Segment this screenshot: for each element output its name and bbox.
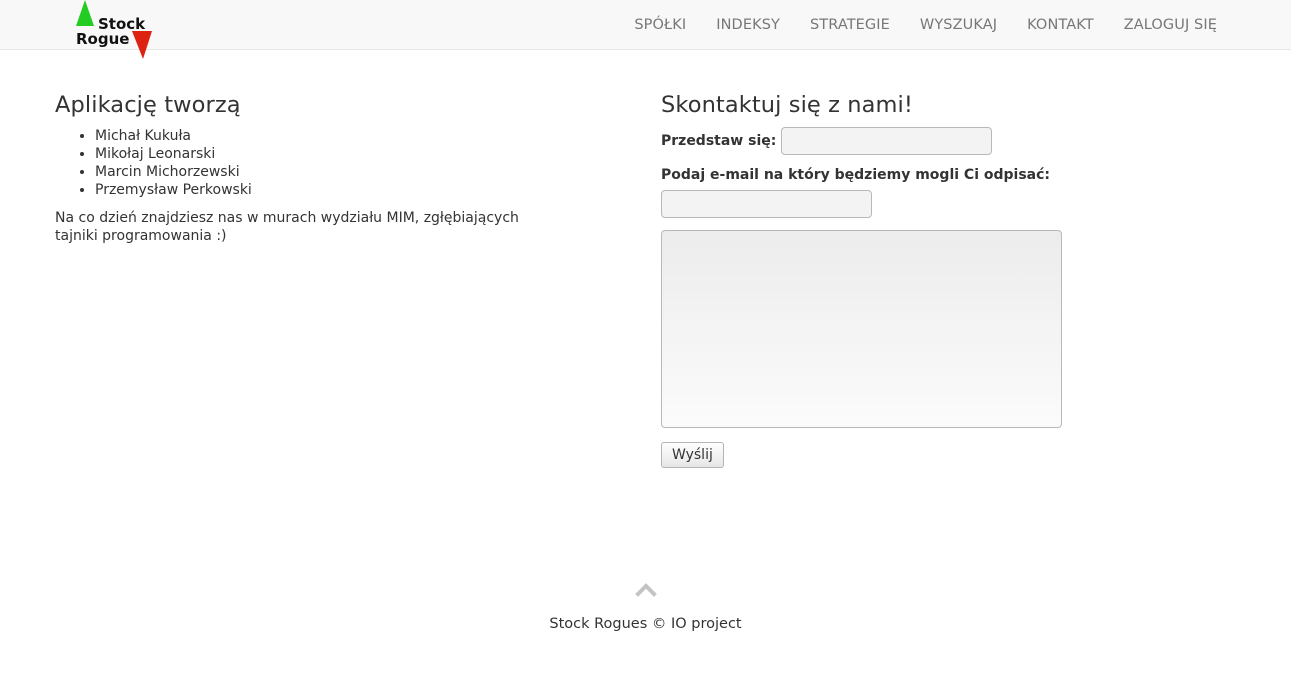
about-description: Na co dzień znajdziesz nas w murach wydz…	[55, 210, 519, 244]
author-item: Mikołaj Leonarski	[95, 145, 585, 163]
nav-item-strategie[interactable]: STRATEGIE	[810, 17, 890, 33]
brand-line2: Rogue	[76, 30, 129, 48]
nav-item-wyszukaj[interactable]: WYSZUKAJ	[920, 17, 997, 33]
name-label: Przedstaw się:	[661, 133, 777, 149]
authors-list: Michał Kukuła Mikołaj Leonarski Marcin M…	[55, 127, 585, 199]
contact-title: Skontaktuj się z nami!	[661, 92, 914, 118]
nav-item-indeksy[interactable]: INDEKSY	[716, 17, 780, 33]
message-textarea[interactable]	[661, 230, 1062, 428]
footer-copyright: Stock Rogues © IO project	[549, 616, 742, 632]
name-row: Przedstaw się:	[661, 127, 1221, 155]
contact-section: Skontaktuj się z nami! Przedstaw się: Po…	[661, 90, 1221, 468]
navbar: Stock Rogue SPÓŁKI INDEKSY STRATEGIE WYS…	[0, 0, 1291, 59]
email-input[interactable]	[661, 190, 872, 218]
send-button[interactable]: Wyślij	[661, 442, 724, 468]
main-nav: SPÓŁKI INDEKSY STRATEGIE WYSZUKAJ KONTAK…	[634, 0, 1291, 50]
chevron-up-icon	[635, 583, 657, 597]
back-to-top-button[interactable]	[634, 580, 658, 598]
nav-item-spolki[interactable]: SPÓŁKI	[634, 17, 686, 33]
author-item: Przemysław Perkowski	[95, 181, 585, 199]
name-input[interactable]	[781, 127, 993, 155]
nav-item-kontakt[interactable]: KONTAKT	[1027, 17, 1094, 33]
nav-item-zaloguj[interactable]: ZALOGUJ SIĘ	[1124, 17, 1217, 33]
email-label: Podaj e-mail na który będziemy mogli Ci …	[661, 167, 1050, 183]
about-section: Aplikację tworzą Michał Kukuła Mikołaj L…	[55, 90, 585, 245]
author-item: Michał Kukuła	[95, 127, 585, 145]
stock-rogue-logo-icon: Stock Rogue	[76, 0, 152, 59]
about-title: Aplikację tworzą	[55, 92, 241, 118]
brand-logo[interactable]: Stock Rogue	[74, 0, 158, 60]
author-item: Marcin Michorzewski	[95, 163, 585, 181]
